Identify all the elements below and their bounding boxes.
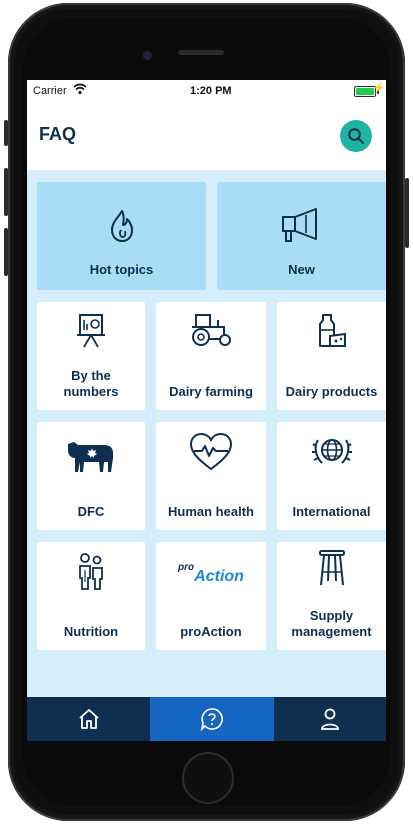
- globe-laurel-icon: [277, 432, 386, 472]
- tab-profile[interactable]: [274, 697, 386, 741]
- tile-label: International: [292, 504, 371, 519]
- home-button[interactable]: [182, 752, 234, 804]
- tile-label: By the numbers: [63, 368, 119, 399]
- user-icon: [321, 708, 339, 730]
- tile-proaction[interactable]: pro Action proAction: [156, 542, 266, 650]
- proaction-logo-text: Action: [194, 568, 244, 585]
- tile-dairy-farming[interactable]: Dairy farming: [156, 302, 266, 410]
- status-bar: Carrier 1:20 PM ⚡: [27, 80, 386, 102]
- tile-label: proAction: [180, 624, 242, 639]
- home-icon: [78, 709, 99, 729]
- search-icon: [348, 128, 364, 144]
- app-screen: Carrier 1:20 PM ⚡ FAQ Hot topics New By …: [27, 80, 386, 741]
- chart-board-icon: [37, 312, 145, 350]
- tile-dfc[interactable]: DFC: [37, 422, 145, 530]
- tile-label: Nutrition: [63, 624, 119, 639]
- tractor-icon: [156, 312, 266, 348]
- family-icon: [37, 552, 145, 592]
- tile-label: DFC: [77, 504, 105, 519]
- tile-human-health[interactable]: Human health: [156, 422, 266, 530]
- faq-category-grid: Hot topics New By the numbers Dairy farm…: [27, 170, 386, 697]
- earpiece-speaker: [178, 50, 224, 55]
- tile-label: Human health: [168, 504, 254, 519]
- tile-international[interactable]: International: [277, 422, 386, 530]
- wifi-icon: [73, 83, 87, 98]
- app-header: FAQ: [27, 102, 386, 171]
- front-camera: [143, 51, 152, 60]
- tile-nutrition[interactable]: Nutrition: [37, 542, 145, 650]
- tile-label: Dairy products: [285, 384, 378, 399]
- heart-pulse-icon: [156, 432, 266, 472]
- tile-new[interactable]: New: [217, 182, 386, 290]
- carrier-label: Carrier: [33, 85, 67, 97]
- volume-down-button: [4, 228, 8, 276]
- charging-icon: ⚡: [372, 83, 385, 94]
- bottom-tab-bar: [27, 697, 386, 741]
- mute-switch: [4, 120, 8, 146]
- volume-up-button: [4, 168, 8, 216]
- cow-icon: [37, 436, 145, 476]
- tile-label: New: [288, 262, 315, 277]
- page-title: FAQ: [39, 124, 77, 144]
- tile-dairy-products[interactable]: Dairy products: [277, 302, 386, 410]
- tile-label: Supply management: [291, 608, 372, 639]
- tile-hot-topics[interactable]: Hot topics: [37, 182, 206, 290]
- power-button: [405, 178, 409, 248]
- tab-faq[interactable]: [150, 697, 274, 741]
- tile-by-the-numbers[interactable]: By the numbers: [37, 302, 145, 410]
- megaphone-icon: [217, 206, 386, 244]
- proaction-logo: pro Action: [156, 562, 266, 586]
- status-time: 1:20 PM: [190, 85, 232, 97]
- flame-icon: [37, 208, 206, 244]
- tab-home[interactable]: [27, 697, 150, 741]
- milk-cheese-icon: [277, 312, 386, 350]
- search-button[interactable]: [340, 120, 372, 152]
- tile-label: Dairy farming: [169, 384, 253, 399]
- tile-label: Hot topics: [89, 262, 154, 277]
- proaction-logo-prefix: pro: [178, 562, 195, 573]
- stool-icon: [277, 548, 386, 588]
- help-icon: [200, 708, 223, 731]
- tile-supply-management[interactable]: Supply management: [277, 542, 386, 650]
